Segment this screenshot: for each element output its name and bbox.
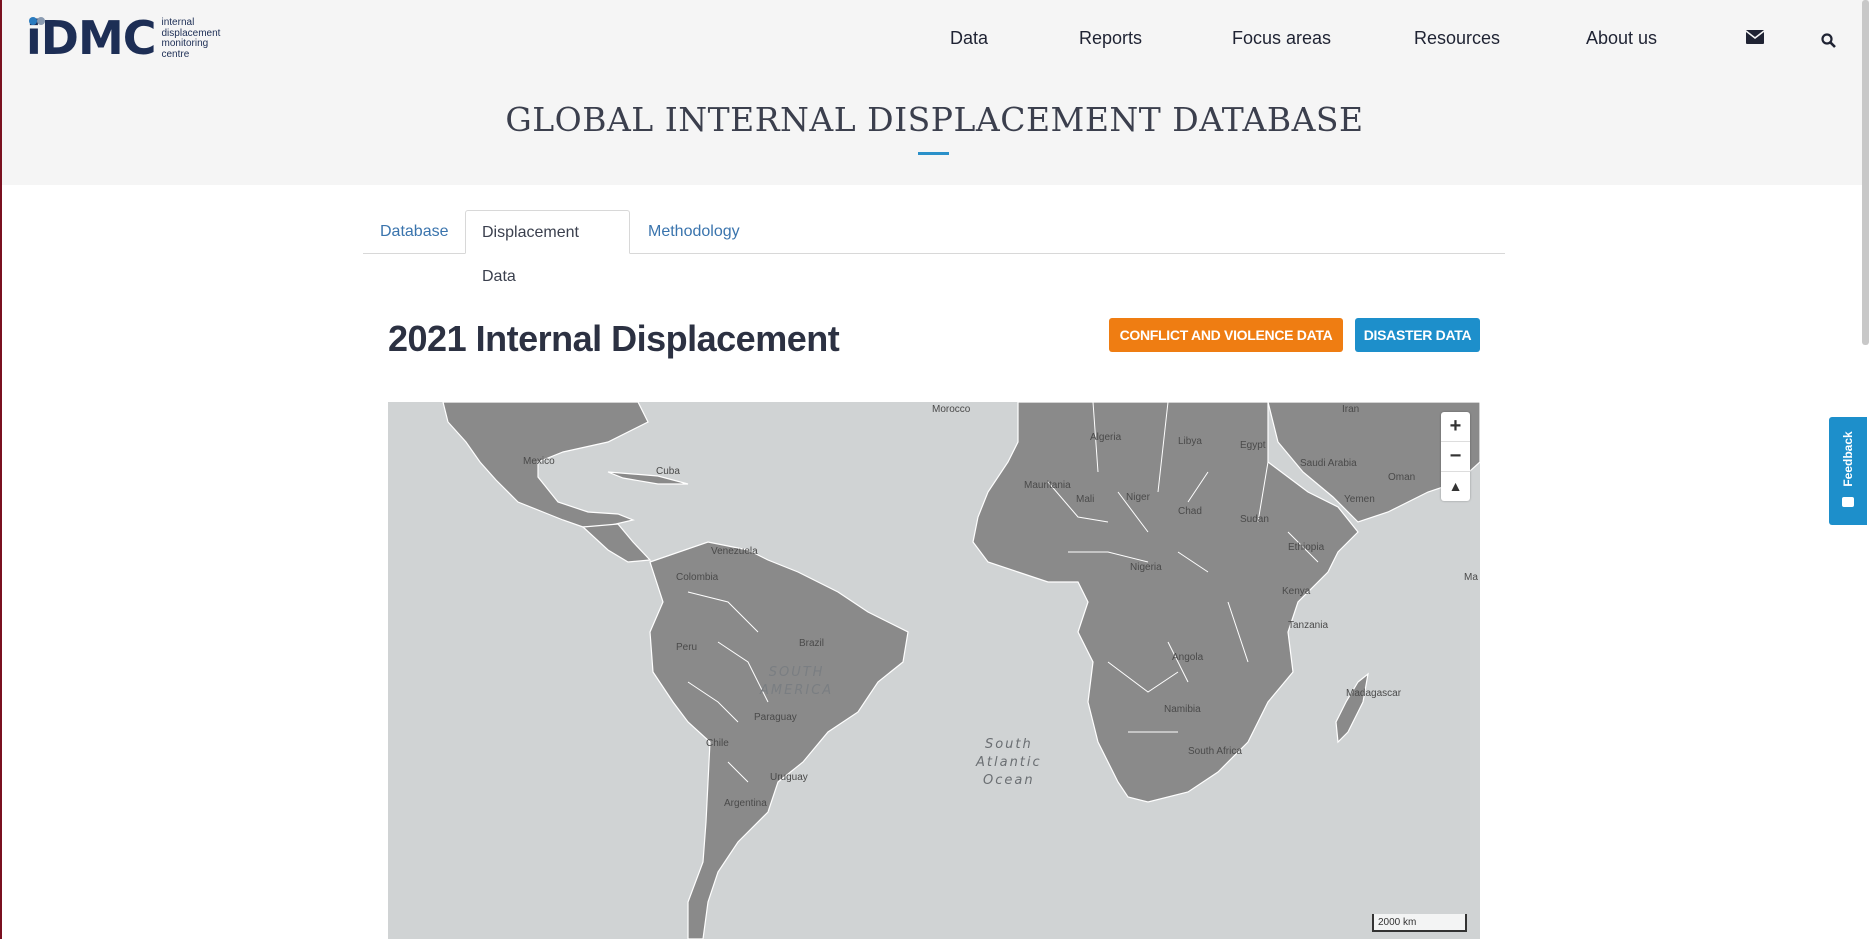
map-label-tanzania: Tanzania: [1288, 620, 1329, 631]
logo-mark: iDMC: [26, 14, 156, 62]
map-label-angola: Angola: [1172, 652, 1204, 663]
map-label-oman: Oman: [1388, 472, 1416, 483]
map-label-uruguay: Uruguay: [770, 772, 808, 783]
map-label-yemen: Yemen: [1344, 494, 1375, 505]
reset-north-button[interactable]: ▲: [1441, 472, 1470, 501]
displacement-map[interactable]: Morocco Algeria Libya Egypt Iran Saudi A…: [388, 402, 1480, 939]
map-label-algeria: Algeria: [1090, 432, 1122, 443]
ocean-label-line: Atlantic: [976, 755, 1042, 770]
disaster-data-button[interactable]: DISASTER DATA: [1355, 318, 1480, 352]
continent-label-line: AMERICA: [760, 683, 834, 698]
map-label-namibia: Namibia: [1164, 704, 1201, 715]
map-label-ethiopia: Ethiopia: [1288, 542, 1325, 553]
map-label-brazil: Brazil: [799, 638, 825, 649]
map-land: [442, 402, 1480, 939]
envelope-icon[interactable]: [1745, 30, 1765, 49]
ocean-label-line: South: [984, 737, 1033, 752]
map-label-edge: Ma: [1464, 572, 1478, 583]
search-icon[interactable]: [1821, 33, 1836, 53]
logo-word: monitoring: [161, 38, 209, 49]
map-label-colombia: Colombia: [676, 572, 719, 583]
map-label-chad: Chad: [1178, 506, 1202, 517]
map-label-sudan: Sudan: [1240, 514, 1269, 525]
map-label-peru: Peru: [676, 642, 698, 653]
map-label-libya: Libya: [1178, 436, 1202, 447]
map-label-south-africa: South Africa: [1188, 746, 1242, 757]
map-label-morocco: Morocco: [932, 404, 971, 415]
map-label-egypt: Egypt: [1240, 440, 1266, 451]
land-central-america: [581, 523, 652, 563]
land-madagascar: [1335, 672, 1369, 744]
continent-label: SOUTH AMERICA: [760, 664, 833, 700]
nav-resources[interactable]: Resources: [1414, 28, 1500, 49]
idmc-logo[interactable]: iDMC internal displacement monitoring ce…: [26, 14, 232, 62]
zoom-controls: + − ▲: [1441, 412, 1470, 501]
logo-dot-icon: [37, 17, 45, 25]
zoom-out-button[interactable]: −: [1441, 442, 1470, 472]
nav-focus-areas[interactable]: Focus areas: [1232, 28, 1331, 49]
map-label-mexico: Mexico: [523, 456, 555, 467]
nav-about-us[interactable]: About us: [1586, 28, 1657, 49]
map-scale: 2000 km: [1372, 914, 1467, 932]
logo-word: internal: [161, 17, 195, 28]
section-title: 2021 Internal Displacement: [388, 318, 840, 359]
logo-mark-text: iDMC: [26, 11, 156, 65]
tab-database[interactable]: Database: [364, 210, 465, 254]
feedback-icon: [1842, 497, 1854, 507]
map-label-argentina: Argentina: [724, 798, 767, 809]
nav-reports[interactable]: Reports: [1079, 28, 1142, 49]
feedback-label: Feedback: [1841, 431, 1855, 487]
map-label-niger: Niger: [1126, 492, 1150, 503]
map-label-kenya: Kenya: [1282, 586, 1311, 597]
tab-methodology[interactable]: Methodology: [632, 210, 756, 254]
map-label-chile: Chile: [706, 738, 729, 749]
tab-displacement-data[interactable]: Displacement Data: [465, 210, 630, 285]
logo-word: centre: [161, 48, 190, 60]
map-label-venezuela: Venezuela: [711, 546, 758, 557]
logo-dot-icon: [29, 17, 37, 25]
land-south-america: [649, 541, 909, 939]
page-scrollbar[interactable]: [1862, 0, 1869, 345]
map-label-paraguay: Paraguay: [754, 712, 797, 723]
page-title: GLOBAL INTERNAL DISPLACEMENT DATABASE: [505, 100, 1364, 139]
ocean-label: South Atlantic Ocean: [976, 736, 1042, 790]
conflict-violence-data-button[interactable]: CONFLICT AND VIOLENCE DATA: [1109, 318, 1343, 352]
map-label-cuba: Cuba: [656, 466, 680, 477]
zoom-in-button[interactable]: +: [1441, 412, 1470, 442]
feedback-tab[interactable]: Feedback: [1829, 417, 1867, 525]
ocean-label-line: Ocean: [983, 773, 1035, 788]
logo-words: internal displacement monitoring centre: [161, 17, 232, 60]
title-underline: [918, 152, 949, 155]
map-label-iran: Iran: [1342, 404, 1360, 415]
continent-label-line: SOUTH: [768, 665, 825, 680]
map-label-nigeria: Nigeria: [1130, 562, 1162, 573]
map-label-mali: Mali: [1076, 494, 1095, 505]
map-label-saudi-arabia: Saudi Arabia: [1300, 458, 1357, 469]
nav-data[interactable]: Data: [950, 28, 988, 49]
map-label-mauritania: Mauritania: [1024, 480, 1071, 491]
map-label-madagascar: Madagascar: [1346, 688, 1402, 699]
